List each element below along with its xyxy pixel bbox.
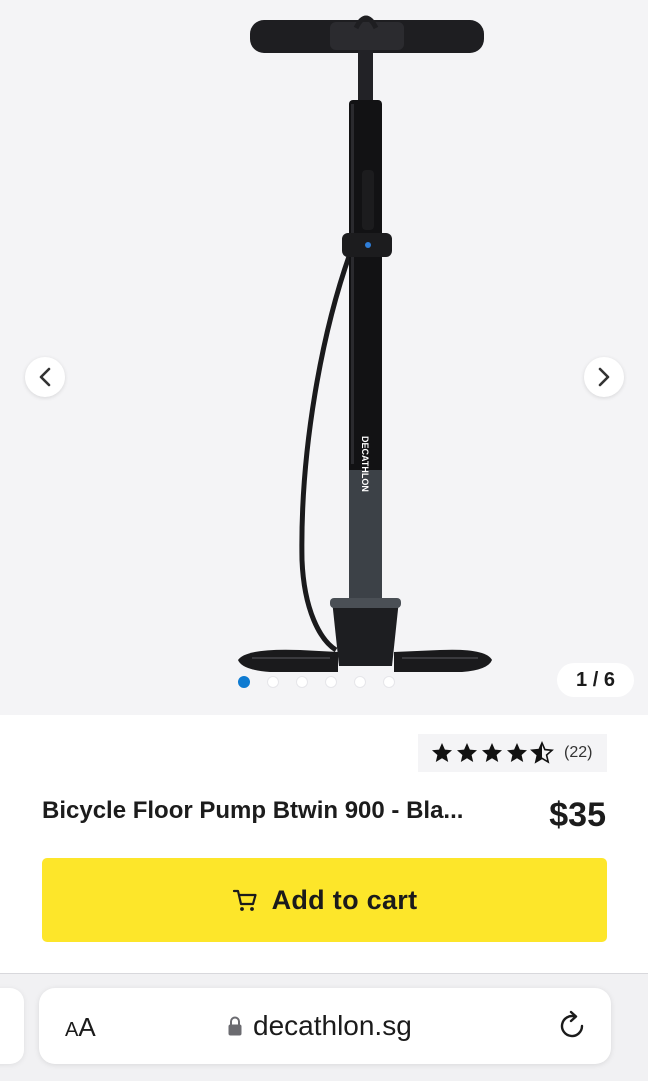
star-full-icon	[432, 743, 452, 762]
lock-icon	[228, 1016, 242, 1036]
star-half-icon	[530, 741, 554, 764]
rating-box[interactable]: (22)	[418, 734, 607, 772]
pagination-dot-5[interactable]	[354, 676, 366, 688]
star-rating	[430, 741, 554, 765]
text-size-button[interactable]: AA	[65, 1012, 96, 1043]
add-to-cart-label: Add to cart	[271, 884, 418, 915]
image-counter: 1 / 6	[557, 663, 634, 697]
pagination-dot-4[interactable]	[325, 676, 337, 688]
product-title: Bicycle Floor Pump Btwin 900 - Bla...	[42, 797, 464, 824]
star-full-icon	[482, 743, 502, 762]
review-count: (22)	[564, 744, 593, 761]
pump-product-image: DECATHLON	[238, 15, 492, 672]
pump-brand-text: DECATHLON	[360, 436, 370, 492]
star-full-icon	[507, 743, 527, 762]
pagination-dot-3[interactable]	[296, 676, 308, 688]
previous-tab-preview[interactable]	[0, 988, 24, 1064]
text-size-small-a: A	[65, 1019, 79, 1041]
pagination-dot-1[interactable]	[238, 676, 250, 688]
cart-icon	[232, 889, 257, 911]
reload-icon[interactable]	[555, 1009, 589, 1043]
browser-toolbar: AA decathlon.sg	[0, 973, 648, 1081]
pagination-dot-2[interactable]	[267, 676, 279, 688]
star-full-icon	[457, 743, 477, 762]
pagination-dot-6[interactable]	[383, 676, 395, 688]
url-display[interactable]: decathlon.sg	[227, 1010, 412, 1042]
add-to-cart-button[interactable]: Add to cart	[42, 858, 607, 942]
product-price: $35	[549, 796, 606, 834]
next-image-button[interactable]	[584, 357, 624, 397]
chevron-left-icon	[39, 367, 51, 387]
product-image-gallery[interactable]: DECATHLON 1 / 6	[0, 0, 648, 715]
chevron-right-icon	[598, 367, 610, 387]
url-text: decathlon.sg	[253, 1010, 412, 1041]
gallery-pagination-dots	[238, 675, 395, 689]
address-bar[interactable]: AA decathlon.sg	[39, 988, 611, 1064]
prev-image-button[interactable]	[25, 357, 65, 397]
text-size-large-a: A	[78, 1012, 96, 1042]
